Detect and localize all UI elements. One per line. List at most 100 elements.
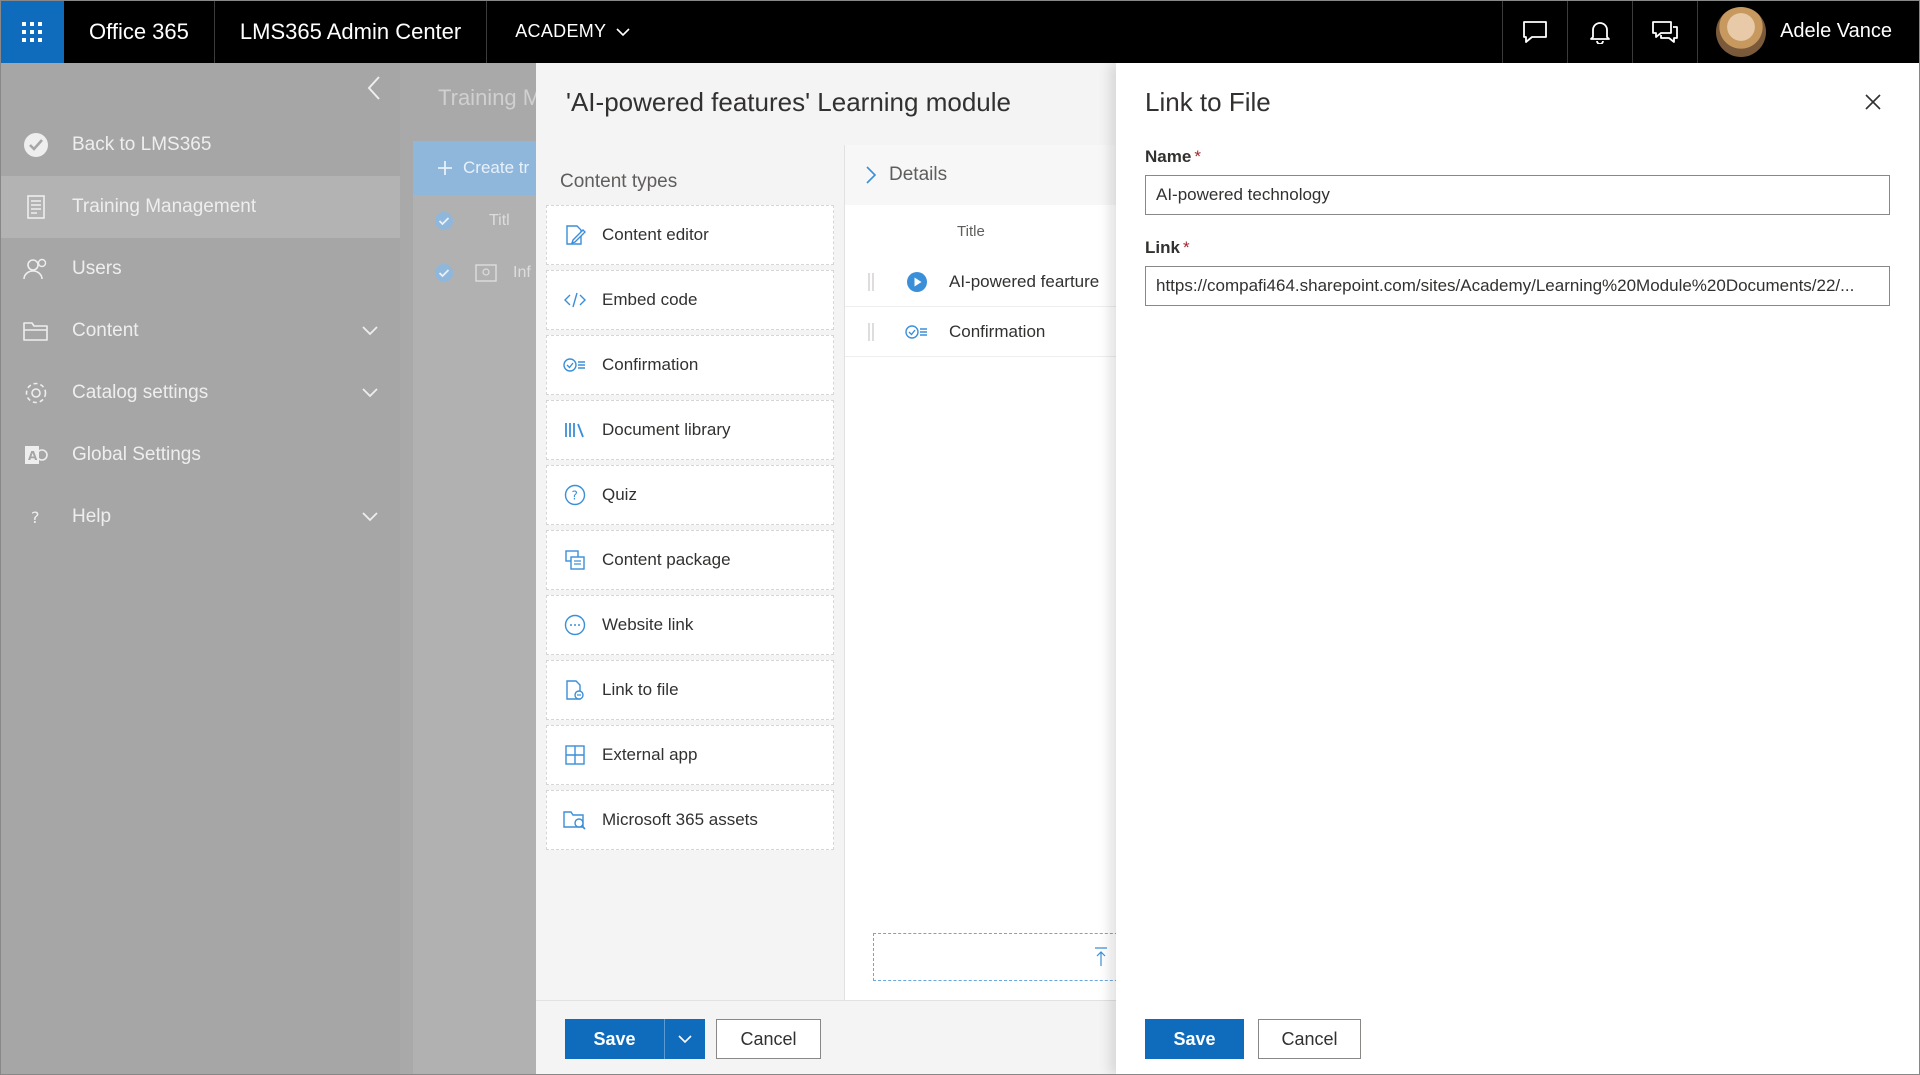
module-title: 'AI-powered features' Learning module xyxy=(566,87,1011,117)
nav-item-help[interactable]: ? Help xyxy=(0,486,400,548)
nav-item-users[interactable]: Users xyxy=(0,238,400,300)
avatar xyxy=(1716,6,1767,57)
content-type-document-library[interactable]: Document library xyxy=(546,400,834,460)
content-type-label: Content editor xyxy=(602,225,709,244)
name-label: Name * xyxy=(1145,147,1201,167)
details-row-title: AI-powered fearture xyxy=(949,271,1100,291)
module-save-split-button[interactable]: Save xyxy=(565,1019,705,1059)
top-bar: Office 365 LMS365 Admin Center ACADEMY A… xyxy=(0,0,1920,63)
panel-title: Link to File xyxy=(1145,87,1271,117)
nav-item-training-management[interactable]: Training Management xyxy=(0,176,400,238)
chevron-right-icon xyxy=(865,165,877,185)
collapse-nav-icon[interactable] xyxy=(366,75,382,101)
content-type-label: Quiz xyxy=(602,485,637,504)
bell-icon[interactable] xyxy=(1567,0,1632,63)
name-label-text: Name xyxy=(1145,147,1192,166)
user-menu[interactable]: Adele Vance xyxy=(1697,0,1920,63)
link-label-text: Link xyxy=(1145,238,1180,257)
content-types-column: Content types Content editor Embed code … xyxy=(536,145,845,1000)
checkmark-circle-icon[interactable] xyxy=(413,211,475,231)
confirmation-icon xyxy=(547,357,602,373)
svg-text:?: ? xyxy=(31,508,40,527)
admin-icon: A xyxy=(0,442,72,468)
close-icon[interactable] xyxy=(1864,93,1882,111)
nav-item-label: Users xyxy=(72,258,122,279)
svg-text:?: ? xyxy=(571,489,577,503)
details-row-title: Confirmation xyxy=(949,321,1046,341)
module-save-button[interactable]: Save xyxy=(565,1019,665,1059)
content-type-content-editor[interactable]: Content editor xyxy=(546,205,834,265)
content-type-label: Content package xyxy=(602,550,731,569)
required-marker: * xyxy=(1194,147,1201,166)
background-page: Training M Create tr Titl Inf xyxy=(400,63,536,1075)
panel-save-button[interactable]: Save xyxy=(1145,1019,1244,1059)
nav-item-label: Global Settings xyxy=(72,444,201,465)
details-row[interactable]: AI-powered fearture xyxy=(845,257,1116,307)
document-icon xyxy=(0,195,72,219)
details-header[interactable]: Details xyxy=(845,145,1116,205)
people-icon xyxy=(0,257,72,281)
chevron-down-icon[interactable] xyxy=(340,326,400,336)
details-row[interactable]: Confirmation xyxy=(845,307,1116,357)
nav-item-global-settings[interactable]: A Global Settings xyxy=(0,424,400,486)
column-title-header: Titl xyxy=(489,212,510,229)
code-icon xyxy=(547,292,602,308)
app-icon xyxy=(547,744,602,766)
nav-item-catalog-settings[interactable]: Catalog settings xyxy=(0,362,400,424)
content-type-label: External app xyxy=(602,745,698,764)
table-row[interactable]: Inf xyxy=(413,247,536,299)
table-header: Titl xyxy=(413,195,536,247)
waffle-icon[interactable] xyxy=(0,0,64,63)
content-type-label: Website link xyxy=(602,615,694,634)
edit-icon xyxy=(547,224,602,246)
link-field[interactable] xyxy=(1145,266,1890,306)
file-link-icon xyxy=(547,679,602,701)
content-type-website-link[interactable]: Website link xyxy=(546,595,834,655)
chat-icon[interactable] xyxy=(1502,0,1567,63)
chevron-down-icon[interactable] xyxy=(340,388,400,398)
module-cancel-button[interactable]: Cancel xyxy=(716,1019,821,1059)
link-icon xyxy=(547,614,602,636)
checkmark-circle-icon xyxy=(0,132,72,158)
nav-item-label: Catalog settings xyxy=(72,382,209,403)
nav-item-label: Back to LMS365 xyxy=(72,134,212,155)
row-title: Inf xyxy=(513,264,531,281)
product-title[interactable]: LMS365 Admin Center xyxy=(215,0,488,63)
tenant-selector[interactable]: ACADEMY xyxy=(487,0,658,63)
content-type-external-app[interactable]: External app xyxy=(546,725,834,785)
content-type-embed-code[interactable]: Embed code xyxy=(546,270,834,330)
content-type-confirmation[interactable]: Confirmation xyxy=(546,335,834,395)
content-types-heading: Content types xyxy=(560,171,678,192)
create-training-button[interactable]: Create tr xyxy=(413,141,536,195)
nav-item-content[interactable]: Content xyxy=(0,300,400,362)
tenant-name: ACADEMY xyxy=(515,21,607,41)
content-type-content-package[interactable]: Content package xyxy=(546,530,834,590)
chevron-down-icon xyxy=(616,27,630,37)
package-icon xyxy=(547,549,602,571)
folder-icon xyxy=(0,320,72,342)
checkmark-circle-icon[interactable] xyxy=(413,263,475,283)
chevron-down-icon[interactable] xyxy=(340,512,400,522)
required-marker: * xyxy=(1182,238,1190,257)
office-365-link[interactable]: Office 365 xyxy=(64,0,215,63)
course-icon xyxy=(475,264,497,282)
content-type-label: Embed code xyxy=(602,290,698,309)
details-column: Details Title AI-powered fearture Confir… xyxy=(845,145,1116,1000)
content-type-label: Confirmation xyxy=(602,355,699,374)
link-to-file-panel: Link to File Name* Link* Save Cancel xyxy=(1116,63,1920,1075)
nav-item-back-to-lms365[interactable]: Back to LMS365 xyxy=(0,114,400,176)
link-label: Link * xyxy=(1145,238,1190,258)
name-field[interactable] xyxy=(1145,175,1890,215)
chevron-down-icon[interactable] xyxy=(665,1019,705,1059)
content-type-label: Microsoft 365 assets xyxy=(602,810,758,829)
feedback-icon[interactable] xyxy=(1632,0,1697,63)
content-type-link-to-file[interactable]: Link to file xyxy=(546,660,834,720)
content-type-quiz[interactable]: ? Quiz xyxy=(546,465,834,525)
upload-drop-zone[interactable] xyxy=(873,933,1116,981)
panel-cancel-button[interactable]: Cancel xyxy=(1258,1019,1361,1059)
drag-handle-icon[interactable] xyxy=(845,322,897,342)
learning-module-panel: 'AI-powered features' Learning module Co… xyxy=(536,63,1116,1075)
nav-item-label: Help xyxy=(72,506,112,527)
drag-handle-icon[interactable] xyxy=(845,272,897,292)
content-type-microsoft-365-assets[interactable]: Microsoft 365 assets xyxy=(546,790,834,850)
